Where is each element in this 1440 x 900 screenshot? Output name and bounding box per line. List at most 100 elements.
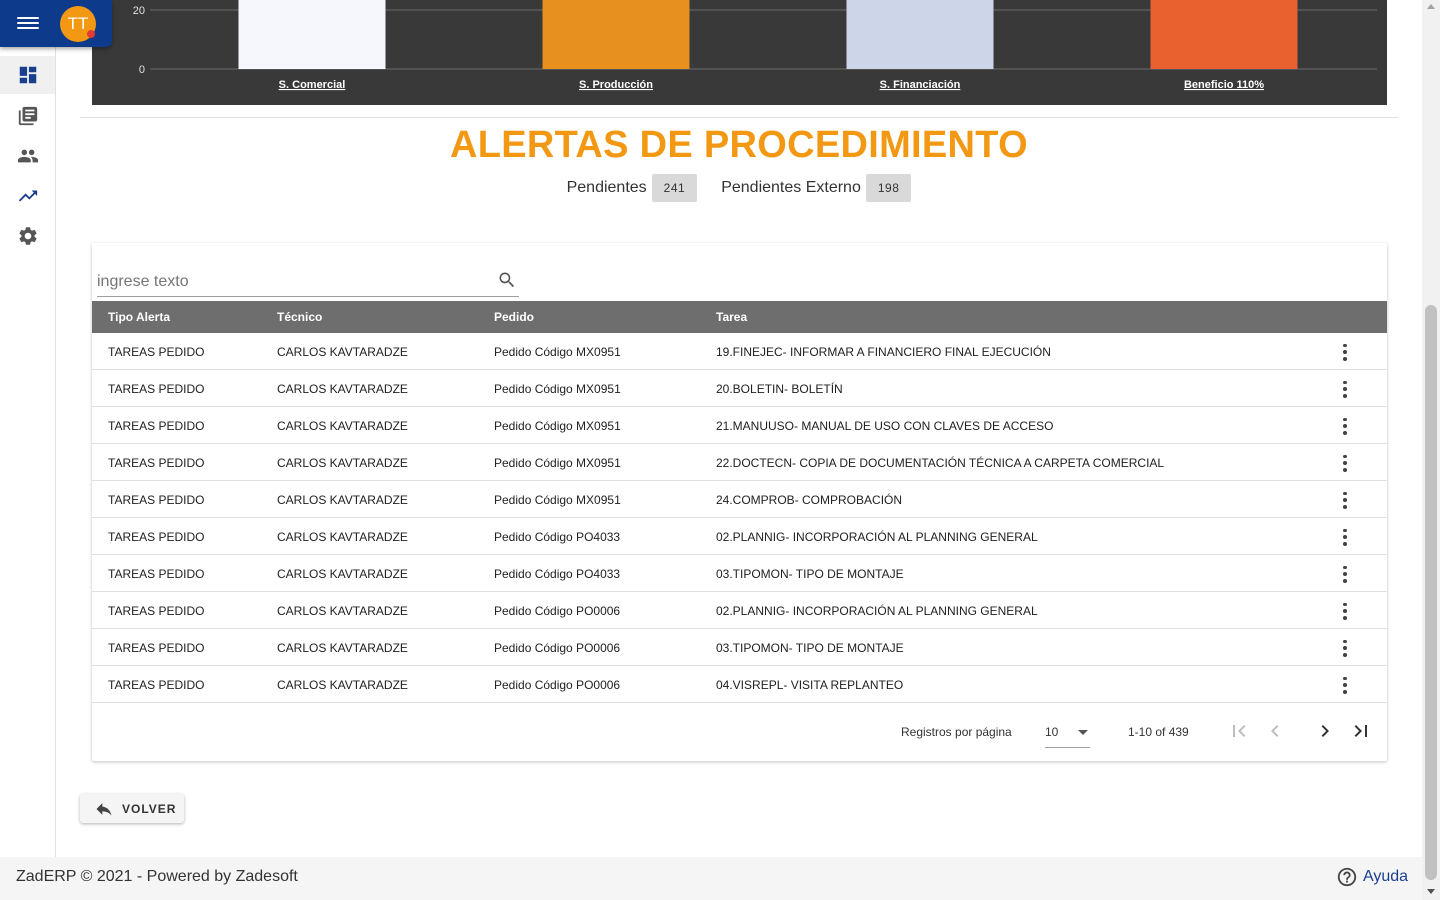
more-vert-icon[interactable] [1335, 453, 1355, 473]
sidebar [0, 47, 56, 857]
people-icon [17, 149, 38, 163]
menu-icon[interactable] [17, 14, 39, 34]
page-size-select[interactable]: 10 [1045, 716, 1090, 748]
help-label: Ayuda [1363, 868, 1409, 885]
more-vert-icon[interactable] [1335, 490, 1355, 510]
alerts-card: Tipo Alerta Técnico Pedido Tarea TAREAS … [92, 243, 1387, 761]
x-category-label[interactable]: S. Comercial [279, 79, 346, 91]
table-row[interactable]: TAREAS PEDIDO CARLOS KAVTARADZE Pedido Cód… [92, 518, 1387, 555]
x-category-label[interactable]: S. Financiación [880, 79, 961, 91]
table-cell: CARLOS KAVTARADZE [277, 530, 408, 544]
more-vert-icon[interactable] [1335, 601, 1355, 621]
back-button-label: VOLVER [122, 801, 177, 816]
chart-bar[interactable] [1150, 0, 1298, 69]
page-title: ALERTAS DE PROCEDIMIENTO [450, 124, 1028, 166]
more-vert-icon[interactable] [1335, 638, 1355, 658]
column-header[interactable]: Tipo Alerta [108, 310, 170, 324]
page-range: 1-10 of 439 [1128, 725, 1189, 739]
user-avatar[interactable]: TT [60, 6, 96, 42]
chart-bar[interactable] [542, 0, 690, 69]
table-row[interactable]: TAREAS PEDIDO CARLOS KAVTARADZE Pedido Cód… [92, 592, 1387, 629]
column-header[interactable]: Tarea [716, 310, 747, 324]
table-cell: TAREAS PEDIDO [108, 419, 205, 433]
chevron-right-icon [1321, 725, 1329, 737]
chart-bar[interactable] [846, 0, 994, 69]
table-cell: 02.PLANNIG- INCORPORACIÓN AL PLANNING GE… [716, 604, 1038, 618]
scroll-up-arrow-icon[interactable] [1427, 4, 1435, 9]
table-cell: Pedido Código PO0006 [494, 641, 621, 655]
table-cell: 04.VISREPL- VISITA REPLANTEO [716, 678, 904, 692]
table-cell: Pedido Código MX0951 [494, 493, 621, 507]
sidebar-item-dashboard[interactable] [0, 56, 55, 94]
more-vert-icon[interactable] [1335, 416, 1355, 436]
search-field [97, 261, 519, 297]
scroll-down-arrow-icon[interactable] [1427, 889, 1435, 894]
table-row[interactable]: TAREAS PEDIDO CARLOS KAVTARADZE Pedido Cód… [92, 407, 1387, 444]
x-category-label[interactable]: Beneficio 110% [1184, 79, 1264, 91]
table-cell: TAREAS PEDIDO [108, 604, 205, 618]
search-input[interactable] [97, 261, 487, 295]
more-vert-icon[interactable] [1335, 379, 1355, 399]
pending-external-counter: Pendientes Externo 198 [721, 174, 912, 202]
table-row[interactable]: TAREAS PEDIDO CARLOS KAVTARADZE Pedido Cód… [92, 444, 1387, 481]
sidebar-item-settings[interactable] [0, 217, 55, 255]
table-row[interactable]: TAREAS PEDIDO CARLOS KAVTARADZE Pedido Cód… [92, 370, 1387, 407]
pending-external-count-badge: 198 [865, 174, 912, 202]
table-cell: CARLOS KAVTARADZE [277, 493, 408, 507]
paginator: Registros por página 10 1-10 of 439 [92, 703, 1387, 761]
page-scrollbar[interactable] [1422, 0, 1440, 900]
first-page-button[interactable] [1227, 719, 1251, 743]
footer-copyright: ZadERP © 2021 - Powered by Zadesoft [16, 868, 298, 885]
table-cell: TAREAS PEDIDO [108, 345, 205, 359]
table-row[interactable]: TAREAS PEDIDO CARLOS KAVTARADZE Pedido Cód… [92, 333, 1387, 370]
sidebar-item-users[interactable] [0, 137, 55, 175]
y-tick-label: 20 [133, 5, 145, 17]
table-row[interactable]: TAREAS PEDIDO CARLOS KAVTARADZE Pedido Cód… [92, 555, 1387, 592]
table-cell: 03.TIPOMON- TIPO DE MONTAJE [716, 567, 904, 581]
next-page-button[interactable] [1313, 719, 1337, 743]
table-cell: 21.MANUUSO- MANUAL DE USO CON CLAVES DE … [716, 419, 1054, 433]
table-cell: Pedido Código PO0006 [494, 678, 621, 692]
table-cell: TAREAS PEDIDO [108, 382, 205, 396]
last-page-button[interactable] [1349, 719, 1373, 743]
table-cell: CARLOS KAVTARADZE [277, 345, 408, 359]
table-row[interactable]: TAREAS PEDIDO CARLOS KAVTARADZE Pedido Cód… [92, 481, 1387, 518]
page-size-label: Registros por página [901, 725, 1012, 739]
table-cell: Pedido Código PO4033 [494, 567, 621, 581]
previous-page-button[interactable] [1263, 719, 1287, 743]
column-header[interactable]: Pedido [494, 310, 534, 324]
table-cell: Pedido Código PO0006 [494, 604, 621, 618]
page-size-value: 10 [1045, 725, 1059, 739]
table-row[interactable]: TAREAS PEDIDO CARLOS KAVTARADZE Pedido Cód… [92, 629, 1387, 666]
back-button[interactable]: VOLVER [80, 794, 184, 823]
sidebar-item-stats[interactable] [0, 177, 55, 215]
x-category-label[interactable]: S. Producción [579, 79, 653, 91]
table-header: Tipo Alerta Técnico Pedido Tarea [92, 301, 1387, 333]
pending-counter: Pendientes 241 [567, 174, 698, 202]
notification-dot [87, 30, 95, 38]
more-vert-icon[interactable] [1335, 675, 1355, 695]
scroll-thumb[interactable] [1425, 305, 1437, 880]
table-body: TAREAS PEDIDO CARLOS KAVTARADZE Pedido Cód… [92, 333, 1387, 703]
more-vert-icon[interactable] [1335, 342, 1355, 362]
pending-counters: Pendientes 241 Pendientes Externo 198 [56, 174, 1422, 202]
column-header[interactable]: Técnico [277, 310, 322, 324]
help-link[interactable]: Ayuda [1336, 866, 1408, 888]
table-cell: Pedido Código MX0951 [494, 382, 621, 396]
sidebar-item-library[interactable] [0, 97, 55, 135]
chevron-left-icon [1271, 725, 1279, 737]
app-header: TT [0, 0, 112, 47]
table-cell: Pedido Código MX0951 [494, 419, 621, 433]
table-cell: CARLOS KAVTARADZE [277, 678, 408, 692]
more-vert-icon[interactable] [1335, 527, 1355, 547]
pending-label: Pendientes [566, 179, 647, 196]
search-icon[interactable] [497, 270, 517, 290]
table-row[interactable]: TAREAS PEDIDO CARLOS KAVTARADZE Pedido Cód… [92, 666, 1387, 703]
table-cell: TAREAS PEDIDO [108, 456, 205, 470]
table-cell: 22.DOCTECN- COPIA DE DOCUMENTACIÓN TÉCNI… [716, 456, 1165, 470]
more-vert-icon[interactable] [1335, 564, 1355, 584]
y-tick-label: 0 [139, 64, 145, 76]
table-cell: CARLOS KAVTARADZE [277, 382, 408, 396]
table-cell: 02.PLANNIG- INCORPORACIÓN AL PLANNING GE… [716, 530, 1038, 544]
chart-bar[interactable] [238, 0, 386, 69]
